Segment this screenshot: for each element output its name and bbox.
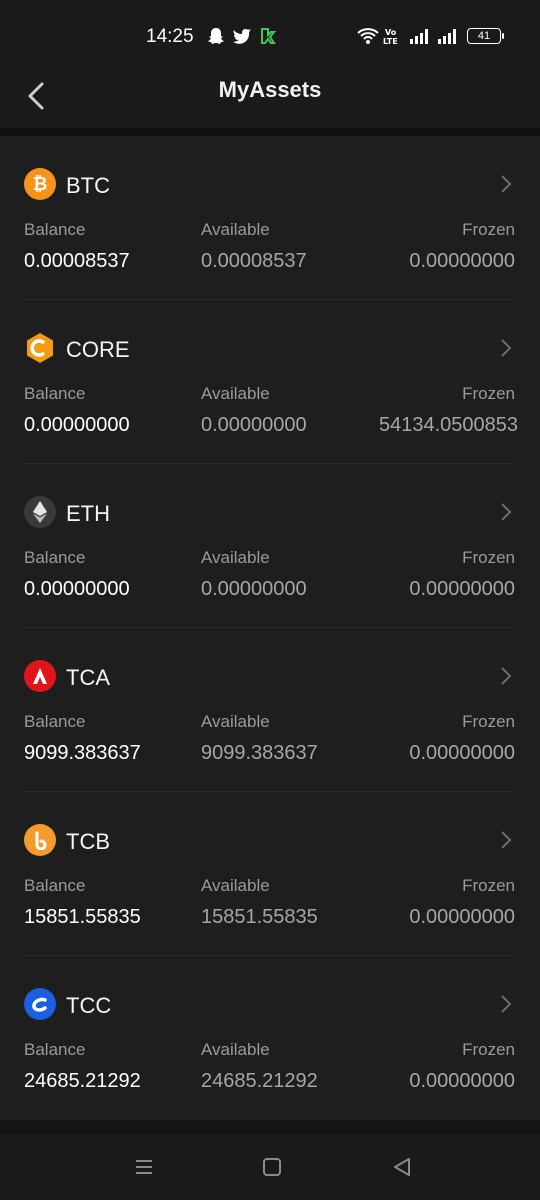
home-button[interactable] <box>257 1154 287 1180</box>
available-value: 24685.21292 <box>201 1070 318 1092</box>
menu-icon <box>136 1160 152 1174</box>
coin-symbol: TCC <box>66 993 112 1018</box>
available-label: Available <box>201 876 270 895</box>
frozen-value: 0.00000000 <box>409 742 515 764</box>
available-value: 15851.55835 <box>201 906 318 928</box>
volte-icon: Vo LTE <box>383 26 403 46</box>
available-label: Available <box>201 548 270 567</box>
available-label: Available <box>201 220 270 239</box>
frozen-value: 54134.0500853 <box>378 414 518 436</box>
available-value: 0.00000000 <box>201 414 307 436</box>
balance-value: 0.00000000 <box>24 578 130 600</box>
wifi-icon <box>357 26 379 46</box>
frozen-value: 0.00000000 <box>409 578 515 600</box>
asset-card-btc[interactable]: ₿ BTC Balance Available Frozen 0.0000853… <box>0 136 540 300</box>
twitter-icon <box>232 26 252 46</box>
coin-symbol: CORE <box>66 337 130 362</box>
balance-label: Balance <box>24 220 86 239</box>
balance-label: Balance <box>24 876 86 895</box>
tcb-icon <box>24 824 56 856</box>
page-title: MyAssets <box>218 77 322 102</box>
ethereum-icon <box>24 496 56 528</box>
app-icon <box>258 26 278 46</box>
balance-label: Balance <box>24 712 86 731</box>
asset-list: ₿ BTC Balance Available Frozen 0.0000853… <box>0 136 540 1120</box>
chevron-right-icon <box>501 503 512 521</box>
balance-value: 0.00000000 <box>24 414 130 436</box>
svg-text:Vo: Vo <box>385 28 397 37</box>
frozen-value: 0.00000000 <box>409 1070 515 1092</box>
header-divider <box>0 128 540 136</box>
available-value: 0.00000000 <box>201 578 307 600</box>
status-bar: 14:25 Vo LTE 41 <box>0 0 540 72</box>
app-header: MyAssets <box>0 72 540 130</box>
core-icon <box>24 332 56 364</box>
frozen-value: 0.00000000 <box>409 906 515 928</box>
chevron-right-icon <box>501 667 512 685</box>
frozen-value: 0.00000000 <box>409 250 515 272</box>
available-value: 9099.383637 <box>201 742 318 764</box>
triangle-back-icon <box>394 1158 410 1176</box>
frozen-label: Frozen <box>462 876 515 895</box>
svg-text:LTE: LTE <box>383 37 398 46</box>
balance-value: 9099.383637 <box>24 742 141 764</box>
frozen-label: Frozen <box>462 1040 515 1059</box>
frozen-label: Frozen <box>462 712 515 731</box>
back-nav-button[interactable] <box>387 1154 417 1180</box>
status-time: 14:25 <box>146 26 194 47</box>
chevron-right-icon <box>501 339 512 357</box>
frozen-label: Frozen <box>462 384 515 403</box>
bitcoin-icon: ₿ <box>24 168 56 200</box>
asset-card-tca[interactable]: TCA Balance Available Frozen 9099.383637… <box>0 628 540 792</box>
balance-value: 24685.21292 <box>24 1070 141 1092</box>
coin-symbol: BTC <box>66 173 110 198</box>
asset-card-core[interactable]: CORE Balance Available Frozen 0.00000000… <box>0 300 540 464</box>
signal-icon <box>409 26 463 46</box>
square-icon <box>263 1158 281 1176</box>
svg-text:₿: ₿ <box>33 174 48 195</box>
asset-card-tcc[interactable]: TCC Balance Available Frozen 24685.21292… <box>0 956 540 1120</box>
battery-indicator: 41 <box>467 28 504 44</box>
tca-icon <box>24 660 56 692</box>
chevron-right-icon <box>501 175 512 193</box>
available-value: 0.00008537 <box>201 250 307 272</box>
available-label: Available <box>201 1040 270 1059</box>
frozen-label: Frozen <box>462 220 515 239</box>
available-label: Available <box>201 384 270 403</box>
balance-value: 0.00008537 <box>24 250 130 272</box>
balance-label: Balance <box>24 1040 86 1059</box>
list-footer <box>0 1120 540 1134</box>
balance-value: 15851.55835 <box>24 906 141 928</box>
snapchat-icon <box>206 26 226 46</box>
coin-symbol: ETH <box>66 501 110 526</box>
asset-card-tcb[interactable]: TCB Balance Available Frozen 15851.55835… <box>0 792 540 956</box>
chevron-right-icon <box>501 995 512 1013</box>
asset-card-eth[interactable]: ETH Balance Available Frozen 0.00000000 … <box>0 464 540 628</box>
frozen-label: Frozen <box>462 548 515 567</box>
coin-symbol: TCB <box>66 829 110 854</box>
recent-apps-button[interactable] <box>129 1154 159 1180</box>
coin-symbol: TCA <box>66 665 110 690</box>
tcc-icon <box>24 988 56 1020</box>
available-label: Available <box>201 712 270 731</box>
chevron-right-icon <box>501 831 512 849</box>
balance-label: Balance <box>24 384 86 403</box>
system-nav-bar <box>0 1134 540 1200</box>
balance-label: Balance <box>24 548 86 567</box>
